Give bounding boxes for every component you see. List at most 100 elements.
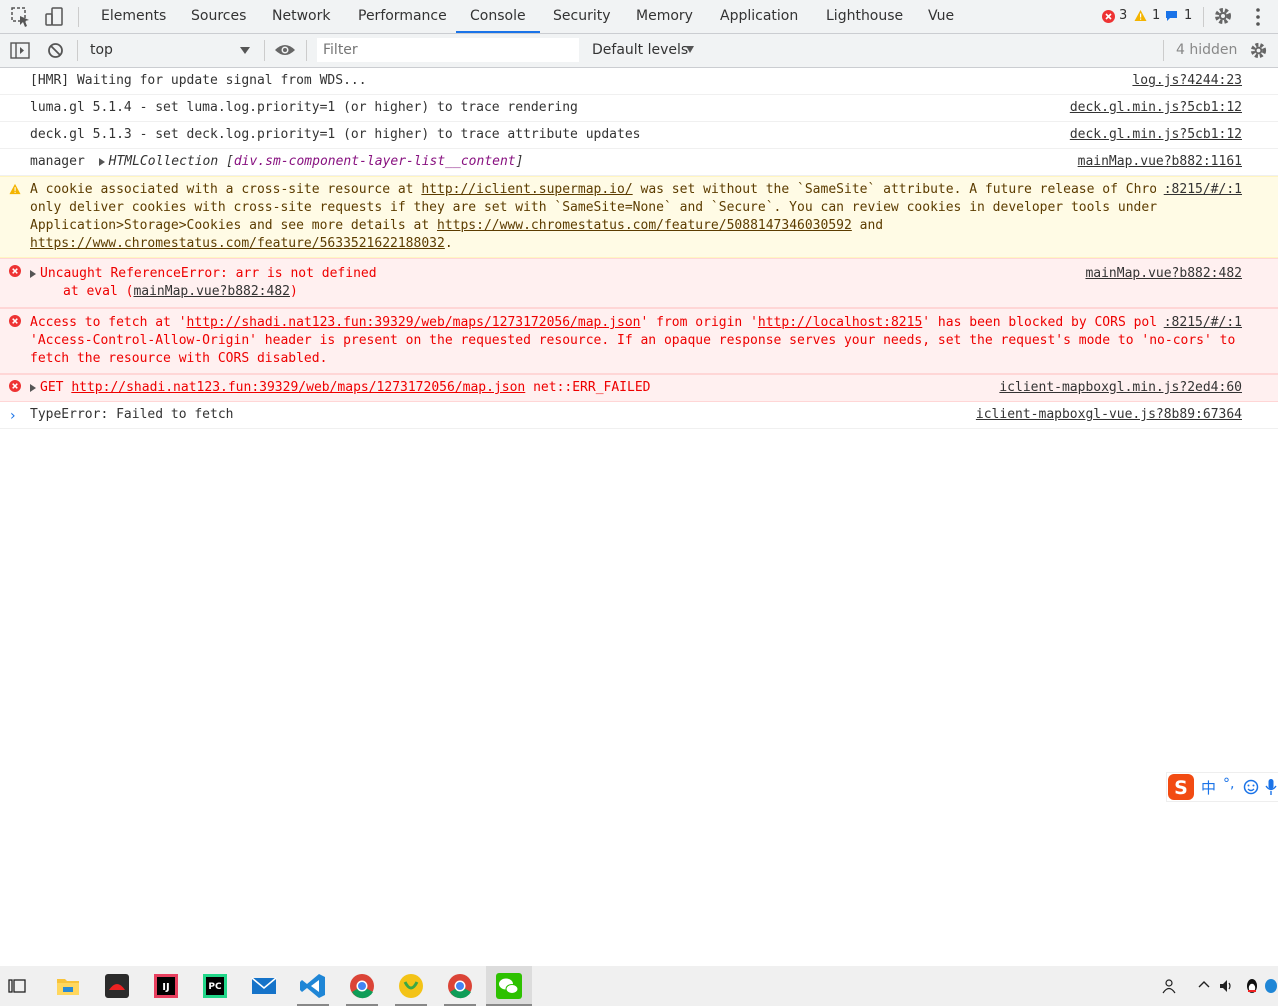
context-selector[interactable]: top bbox=[84, 34, 256, 67]
tab-security[interactable]: Security bbox=[553, 0, 611, 33]
app-icon[interactable] bbox=[101, 970, 133, 1002]
chevron-up-icon[interactable] bbox=[1198, 980, 1210, 988]
volume-icon[interactable] bbox=[1218, 978, 1234, 994]
stack-text: at eval ( bbox=[63, 284, 134, 299]
request-url[interactable]: http://shadi.nat123.fun:39329/web/maps/1… bbox=[71, 380, 525, 395]
console-messages: [HMR] Waiting for update signal from WDS… bbox=[0, 68, 1278, 429]
source-link[interactable]: log.js?4244:23 bbox=[1124, 72, 1242, 90]
vscode-icon[interactable] bbox=[297, 970, 329, 1002]
tab-elements[interactable]: Elements bbox=[101, 0, 166, 33]
expand-request[interactable]: GET bbox=[30, 380, 63, 395]
expand-triangle-icon bbox=[30, 383, 36, 392]
console-settings-gear-icon[interactable] bbox=[1249, 41, 1268, 60]
devtools-tabbar: Elements Sources Network Performance Con… bbox=[0, 0, 1278, 34]
error-link[interactable]: http://localhost:8215 bbox=[758, 315, 922, 330]
chrome-icon[interactable] bbox=[444, 970, 476, 1002]
source-link[interactable]: deck.gl.min.js?5cb1:12 bbox=[1062, 126, 1242, 144]
svg-text:PC: PC bbox=[208, 982, 222, 992]
source-link[interactable]: iclient-mapboxgl.min.js?2ed4:60 bbox=[991, 379, 1242, 397]
request-status: net::ERR_FAILED bbox=[533, 380, 651, 395]
show-sidebar-icon[interactable] bbox=[10, 42, 30, 59]
chevron-down-icon bbox=[686, 46, 694, 53]
tab-performance[interactable]: Performance bbox=[358, 0, 447, 33]
message-text: deck.gl 5.1.3 - set deck.log.priority=1 … bbox=[30, 127, 641, 142]
log-message: deck.gl 5.1.3 - set deck.log.priority=1 … bbox=[0, 122, 1278, 149]
file-explorer-icon[interactable] bbox=[52, 970, 84, 1002]
console-toolbar: top Default levels 4 hidden bbox=[0, 34, 1278, 68]
source-link[interactable]: mainMap.vue?b882:1161 bbox=[1070, 153, 1242, 171]
wechat-icon[interactable] bbox=[493, 970, 525, 1002]
error-icon bbox=[9, 315, 21, 327]
sogou-logo-icon[interactable]: S bbox=[1167, 773, 1197, 801]
expand-error[interactable]: Uncaught ReferenceError: arr is not defi… bbox=[30, 266, 377, 281]
mail-icon[interactable] bbox=[248, 970, 280, 1002]
divider bbox=[306, 40, 307, 61]
more-options-icon[interactable] bbox=[1253, 7, 1263, 27]
app-tray-icon[interactable] bbox=[1264, 978, 1278, 994]
tab-lighthouse[interactable]: Lighthouse bbox=[826, 0, 903, 33]
error-count: 3 bbox=[1119, 8, 1128, 23]
tab-network[interactable]: Network bbox=[272, 0, 330, 33]
inspect-element-icon[interactable] bbox=[10, 6, 32, 28]
error-message: Access to fetch at 'http://shadi.nat123.… bbox=[0, 308, 1278, 374]
warning-link[interactable]: http://iclient.supermap.io/ bbox=[421, 182, 632, 197]
tab-console[interactable]: Console bbox=[456, 0, 540, 33]
task-view-icon[interactable] bbox=[8, 978, 26, 994]
qq-penguin-icon[interactable] bbox=[1244, 977, 1260, 995]
issue-counts[interactable]: 3 1 1 bbox=[1100, 0, 1196, 33]
message-text: Access to fetch at ' bbox=[30, 315, 187, 330]
divider bbox=[77, 40, 78, 61]
warning-message: A cookie associated with a cross-site re… bbox=[0, 176, 1278, 258]
emoji-icon[interactable] bbox=[1243, 779, 1259, 795]
microphone-icon[interactable] bbox=[1265, 778, 1277, 796]
info-count: 1 bbox=[1184, 8, 1193, 23]
error-message: Uncaught ReferenceError: arr is not defi… bbox=[0, 258, 1278, 308]
source-link[interactable]: iclient-mapboxgl-vue.js?8b89:67364 bbox=[968, 406, 1242, 424]
message-text: and bbox=[851, 218, 884, 233]
device-toolbar-icon[interactable] bbox=[44, 6, 66, 28]
warning-link[interactable]: https://www.chromestatus.com/feature/563… bbox=[30, 236, 445, 251]
tab-memory[interactable]: Memory bbox=[636, 0, 693, 33]
hidden-count: 4 hidden bbox=[1176, 42, 1238, 58]
live-expression-eye-icon[interactable] bbox=[274, 43, 296, 57]
warning-icon bbox=[1134, 10, 1147, 21]
error-icon bbox=[1102, 10, 1115, 23]
console-prompt[interactable]: › bbox=[10, 408, 16, 424]
error-link[interactable]: http://shadi.nat123.fun:39329/web/maps/1… bbox=[187, 315, 641, 330]
ime-chinese-mode[interactable]: 中 bbox=[1201, 777, 1216, 798]
default-levels-dropdown[interactable]: Default levels bbox=[586, 34, 700, 67]
people-icon[interactable] bbox=[1160, 978, 1176, 994]
chrome-icon[interactable] bbox=[346, 970, 378, 1002]
clear-console-icon[interactable] bbox=[47, 42, 64, 59]
message-text: . bbox=[444, 236, 453, 251]
log-message: luma.gl 5.1.4 - set luma.log.priority=1 … bbox=[0, 95, 1278, 122]
svg-text:S: S bbox=[1174, 777, 1188, 799]
info-message-icon bbox=[1166, 11, 1177, 21]
collection-type: HTMLCollection bbox=[108, 154, 219, 169]
svg-text:IJ: IJ bbox=[162, 982, 169, 993]
app-icon[interactable] bbox=[395, 970, 427, 1002]
warning-link[interactable]: https://www.chromestatus.com/feature/508… bbox=[437, 218, 852, 233]
ime-punctuation[interactable]: °, bbox=[1223, 776, 1234, 792]
error-icon bbox=[9, 265, 21, 277]
collection-element: div.sm-component-layer-list__content bbox=[233, 154, 516, 169]
tab-application[interactable]: Application bbox=[720, 0, 798, 33]
source-link[interactable]: deck.gl.min.js?5cb1:12 bbox=[1062, 99, 1242, 117]
filter-input[interactable] bbox=[317, 38, 579, 62]
tab-sources[interactable]: Sources bbox=[191, 0, 246, 33]
expand-triangle-icon bbox=[98, 157, 105, 166]
intellij-idea-icon[interactable]: IJ bbox=[150, 970, 182, 1002]
pycharm-icon[interactable]: PC bbox=[199, 970, 231, 1002]
request-method: GET bbox=[40, 380, 64, 395]
expand-object[interactable]: HTMLCollection [div.sm-component-layer-l… bbox=[98, 154, 523, 169]
message-text: A cookie associated with a cross-site re… bbox=[30, 182, 422, 197]
settings-gear-icon[interactable] bbox=[1213, 6, 1233, 26]
message-text: TypeError: Failed to fetch bbox=[30, 407, 234, 422]
stack-link[interactable]: mainMap.vue?b882:482 bbox=[133, 284, 290, 299]
source-link[interactable]: :8215/#/:1 bbox=[1155, 314, 1242, 332]
tab-vue[interactable]: Vue bbox=[928, 0, 954, 33]
source-link[interactable]: mainMap.vue?b882:482 bbox=[1077, 265, 1242, 283]
source-link[interactable]: :8215/#/:1 bbox=[1155, 181, 1242, 199]
chevron-down-icon bbox=[240, 47, 250, 54]
warning-count: 1 bbox=[1152, 8, 1161, 23]
